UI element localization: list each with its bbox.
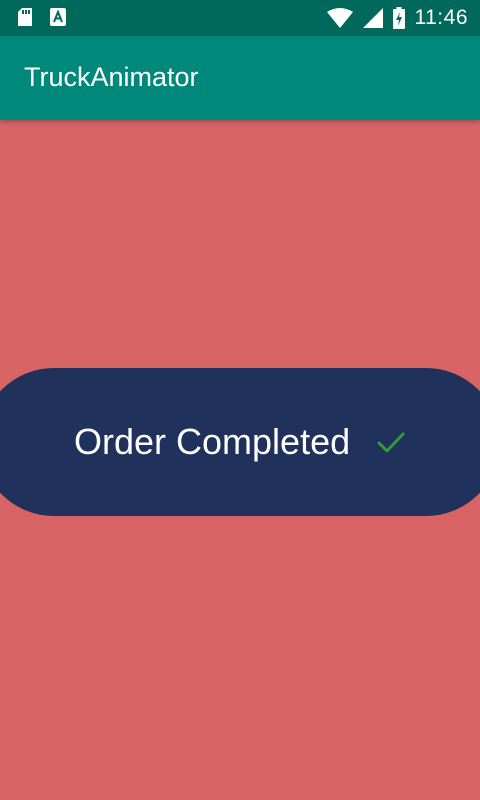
a-notification-icon xyxy=(50,8,66,26)
status-clock: 11:46 xyxy=(414,6,468,29)
check-icon xyxy=(376,428,406,458)
status-bar-system: 11:46 xyxy=(326,6,469,30)
battery-charging-icon xyxy=(392,7,405,29)
status-bar-notifications xyxy=(18,8,66,26)
sd-card-icon xyxy=(18,8,32,26)
order-completed-label: Order Completed xyxy=(74,421,351,462)
wifi-icon xyxy=(326,8,353,28)
app-title: TruckAnimator xyxy=(24,62,199,92)
screen: 11:46 TruckAnimator Order Completed xyxy=(0,0,480,800)
signal-icon xyxy=(362,8,383,28)
status-bar: 11:46 xyxy=(0,0,480,36)
app-bar: TruckAnimator xyxy=(0,36,480,120)
order-completed-button[interactable]: Order Completed xyxy=(0,368,480,516)
